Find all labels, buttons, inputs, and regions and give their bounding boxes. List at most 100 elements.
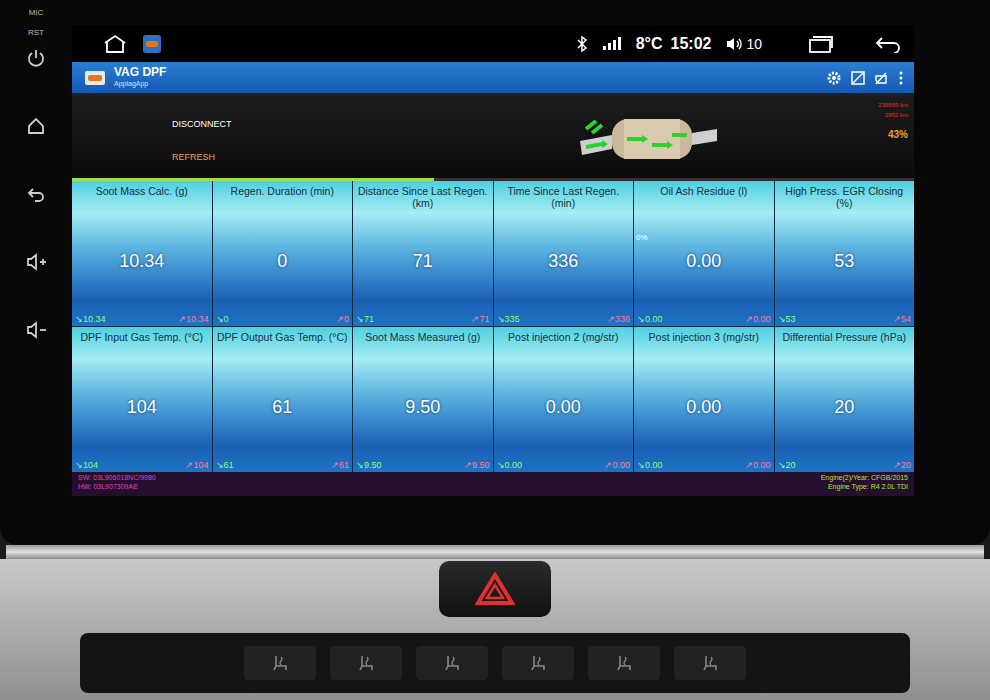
gear-icon[interactable] — [826, 70, 842, 86]
gauge-badge: 0% — [636, 233, 648, 242]
distance: 2952 km — [885, 111, 908, 119]
climate-buttons — [80, 633, 910, 693]
gauge-max: ↗0.00 — [745, 314, 771, 324]
ecu-id: SW: 03L906018NC/9980 — [78, 473, 156, 482]
gauge-value: 0.00 — [494, 355, 634, 460]
signal-icon — [602, 37, 622, 51]
volume-up-icon[interactable] — [25, 252, 47, 272]
gauge-title: DPF Output Gas Temp. (°C) — [213, 327, 353, 355]
back-icon[interactable] — [26, 184, 46, 204]
gauge-tile[interactable]: Regen. Duration (min)0↘0↗0 — [213, 181, 353, 326]
gauge-title: Post injection 2 (mg/str) — [494, 327, 634, 355]
gauge-title: Soot Mass Measured (g) — [353, 327, 493, 355]
gauge-min: ↘53 — [778, 314, 796, 324]
screen-frame: 8°C15:0210VAG DPFApplagAppDISCONNECTREFR… — [72, 0, 914, 545]
ecu-id: HW: 03L907309AE — [78, 482, 156, 491]
hazard-button[interactable] — [439, 561, 551, 617]
gauge-min: ↘0.00 — [637, 460, 663, 470]
bluetooth-icon — [576, 36, 588, 52]
gauge-title: DPF Input Gas Temp. (°C) — [72, 327, 212, 355]
dpf-graphic — [472, 93, 788, 178]
gauge-value: 9.50 — [353, 355, 493, 460]
gauge-tile[interactable]: High Press. EGR Closing (%)53↘53 ↗54 — [775, 181, 915, 326]
gauge-value: 0.00 — [634, 355, 774, 460]
ecu-ids: SW: 03L906018NC/9980HW: 03L907309AE — [78, 473, 156, 495]
console-button[interactable] — [674, 646, 746, 680]
engine-icon[interactable] — [874, 70, 890, 86]
log-icon[interactable] — [850, 70, 866, 86]
gauge-range: ↘53 ↗54 — [775, 314, 915, 326]
console-button[interactable] — [416, 646, 488, 680]
gauge-max: ↗0 — [336, 314, 349, 324]
clock: 15:02 — [671, 35, 712, 53]
progress-reading: 43% — [888, 129, 908, 140]
gauge-max: ↗54 — [893, 314, 911, 324]
gauge-grid: Soot Mass Calc. (g)10.34↘10.34↗10.34Rege… — [72, 181, 914, 472]
app-subtitle: ApplagApp — [114, 78, 166, 89]
console-button[interactable] — [330, 646, 402, 680]
gauge-max: ↗9.50 — [464, 460, 490, 470]
home-icon[interactable] — [102, 34, 128, 54]
gauge-tile[interactable]: Differential Pressure (hPa)20↘20↗20 — [775, 327, 915, 472]
gauge-tile[interactable]: DPF Input Gas Temp. (°C)104↘104↗104 — [72, 327, 212, 472]
back-icon[interactable] — [874, 35, 902, 53]
gauge-value: 10.34 — [72, 209, 212, 314]
power-icon[interactable] — [26, 48, 46, 68]
gauge-tile[interactable]: Post injection 2 (mg/str)0.00↘0.00↗0.00 — [494, 327, 634, 472]
refresh-button[interactable]: REFRESH — [172, 152, 472, 162]
disconnect-button[interactable]: DISCONNECT — [172, 119, 472, 129]
gauge-max: ↗104 — [185, 460, 208, 470]
mileage: 236665 km — [878, 101, 908, 109]
gauge-min: ↘0.00 — [637, 314, 663, 324]
engine-line: Engine(2)/Year: CFGB/2015 — [821, 473, 908, 482]
app-icon[interactable] — [142, 34, 162, 54]
volume-level: 10 — [746, 36, 762, 52]
gauge-min: ↘10.34 — [75, 314, 106, 324]
dpf-filter-icon — [572, 101, 722, 171]
gauge-min: ↘0 — [216, 314, 229, 324]
gauge-range: ↘0 ↗0 — [213, 314, 353, 326]
gauge-title: Soot Mass Calc. (g) — [72, 181, 212, 209]
head-unit: MICRST8°C15:0210VAG DPFApplagAppDISCONNE… — [0, 0, 990, 545]
console-button[interactable] — [588, 646, 660, 680]
gauge-range: ↘20↗20 — [775, 460, 915, 472]
vehicle-info: 236665 km 2952 km 43% — [788, 93, 914, 178]
gauge-tile[interactable]: Soot Mass Measured (g)9.50↘9.50 ↗9.50 — [353, 327, 493, 472]
gauge-title: Post injection 3 (mg/str) — [634, 327, 774, 355]
rst-label[interactable]: RST — [28, 28, 44, 38]
gauge-tile[interactable]: DPF Output Gas Temp. (°C)61↘61↗61 — [213, 327, 353, 472]
gauge-title: Distance Since Last Regen. (km) — [353, 181, 493, 209]
volume-down-icon[interactable] — [25, 320, 47, 340]
gauge-value: 336 — [494, 209, 634, 314]
engine-line: Engine Type: R4 2.0L TDI — [821, 482, 908, 491]
gauge-min: ↘9.50 — [356, 460, 382, 470]
gauge-range: ↘104 ↗104 — [72, 460, 212, 472]
gauge-max: ↗10.34 — [178, 314, 209, 324]
gauge-min: ↘71 — [356, 314, 374, 324]
seat-heat-icon — [269, 653, 291, 673]
console-button[interactable] — [244, 646, 316, 680]
volume[interactable]: 10 — [725, 36, 762, 52]
gauge-title: High Press. EGR Closing (%) — [775, 181, 915, 209]
right-bezel — [914, 0, 990, 545]
gauge-tile[interactable]: Soot Mass Calc. (g)10.34↘10.34 ↗10.34 — [72, 181, 212, 326]
home-icon[interactable] — [26, 116, 46, 136]
gauge-tile[interactable]: Post injection 3 (mg/str)0.00↘0.00 ↗0.00 — [634, 327, 774, 472]
gauge-min: ↘104 — [75, 460, 98, 470]
menu-icon[interactable] — [898, 70, 904, 86]
gauge-value: 61 — [213, 355, 353, 460]
ecu-footer: SW: 03L906018NC/9980HW: 03L907309AE Engin… — [72, 472, 914, 496]
screen: 8°C15:0210VAG DPFApplagAppDISCONNECTREFR… — [72, 25, 914, 496]
gauge-range: ↘10.34 ↗10.34 — [72, 314, 212, 326]
gauge-range: ↘335↗336 — [494, 314, 634, 326]
gauge-tile[interactable]: Oil Ash Residue (l)0.00↘0.00↗0.000% — [634, 181, 774, 326]
gauge-value: 53 — [775, 209, 915, 314]
silver-trim — [6, 545, 984, 559]
mic-label: MIC — [29, 8, 44, 18]
console-button[interactable] — [502, 646, 574, 680]
gauge-tile[interactable]: Distance Since Last Regen. (km)71↘71↗71 — [353, 181, 493, 326]
gauge-max: ↗0.00 — [745, 460, 771, 470]
gauge-tile[interactable]: Time Since Last Regen. (min)336↘335↗336 — [494, 181, 634, 326]
recents-icon[interactable] — [808, 35, 834, 53]
speaker-icon — [725, 36, 743, 52]
